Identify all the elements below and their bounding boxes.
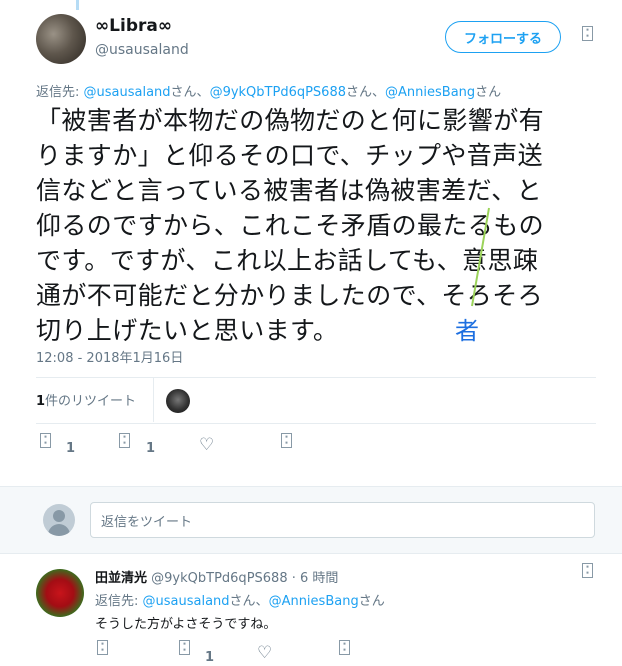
retweeter-avatar[interactable] xyxy=(166,389,190,413)
mention-link[interactable]: @AnniesBang xyxy=(269,594,359,609)
divider xyxy=(36,377,596,378)
display-name[interactable]: 田並清光 xyxy=(95,571,147,586)
tweet-text-line: です。ですが、これ以上お話しても、意思疎 xyxy=(36,246,539,275)
tweet-text: 「被害者が本物だの偽物だのと何に影響が有 りますか」と仰るその口で、チップや音声… xyxy=(36,103,596,348)
retweet-icon[interactable]: ▪ ▪ xyxy=(179,640,190,655)
tweet-text-line: 仰るのですから、これこそ矛盾の最たるもの xyxy=(36,211,545,240)
tweet-text-line: 切り上げたいと思います。 xyxy=(36,316,339,345)
reply-user-line[interactable]: 田並清光 @9ykQbTPd6qPS688 · 6 時間 xyxy=(95,567,338,586)
retweet-action-count: 1 xyxy=(146,441,156,456)
reply-to-line: 返信先: @usausalandさん、@9ykQbTPd6qPS688さん、@A… xyxy=(36,85,502,100)
mention-link[interactable]: @usausaland xyxy=(143,594,230,609)
avatar[interactable] xyxy=(36,14,86,64)
reply-tweet-text: そうした方がよさそうですね。 xyxy=(95,617,277,632)
divider xyxy=(36,423,596,424)
annotation-text: 者 xyxy=(455,317,479,345)
like-heart-icon[interactable]: ♡ xyxy=(257,643,272,663)
mention-link[interactable]: @usausaland xyxy=(84,85,171,100)
reply-input[interactable]: 返信をツイート xyxy=(90,502,595,538)
thread-connector xyxy=(76,0,79,10)
direct-message-icon[interactable]: ▪ ▪ xyxy=(281,433,292,448)
more-options-icon[interactable]: ▪ ▪ xyxy=(582,26,593,41)
retweet-action-count: 1 xyxy=(205,650,215,665)
reply-icon[interactable]: ▪ ▪ xyxy=(97,640,108,655)
tweet-timestamp[interactable]: 12:08 - 2018年1月16日 xyxy=(36,347,183,366)
retweet-count[interactable]: 1件のリツイート xyxy=(36,390,136,409)
retweet-icon[interactable]: ▪ ▪ xyxy=(119,433,130,448)
reply-to-line: 返信先: @usausalandさん、@AnniesBangさん xyxy=(95,594,385,609)
mention-link[interactable]: @9ykQbTPd6qPS688 xyxy=(210,85,346,100)
more-options-icon[interactable]: ▪ ▪ xyxy=(582,563,593,578)
user-avatar-placeholder-icon xyxy=(43,504,75,536)
like-heart-icon[interactable]: ♡ xyxy=(199,435,214,455)
avatar[interactable] xyxy=(36,569,84,617)
user-handle[interactable]: @usausaland xyxy=(95,42,189,58)
tweet-text-line: 「被害者が本物だの偽物だのと何に影響が有 xyxy=(36,106,545,135)
tweet-text-line: 通が不可能だと分かりましたので、そろそろ xyxy=(36,281,544,310)
direct-message-icon[interactable]: ▪ ▪ xyxy=(339,640,350,655)
divider xyxy=(153,378,154,422)
reply-count: 1 xyxy=(66,441,76,456)
user-handle[interactable]: @9ykQbTPd6qPS688 xyxy=(151,571,287,586)
mention-link[interactable]: @AnniesBang xyxy=(385,85,475,100)
reply-icon[interactable]: ▪ ▪ xyxy=(40,433,51,448)
tweet-text-line: りますか」と仰るその口で、チップや音声送 xyxy=(36,141,544,170)
follow-button[interactable]: フォローする xyxy=(445,21,561,53)
tweet-text-line: 信などと言っている被害者は偽被害差だ、と xyxy=(36,176,543,205)
reply-time[interactable]: · 6 時間 xyxy=(288,571,339,586)
display-name[interactable]: ∞Libra∞ xyxy=(95,16,172,36)
